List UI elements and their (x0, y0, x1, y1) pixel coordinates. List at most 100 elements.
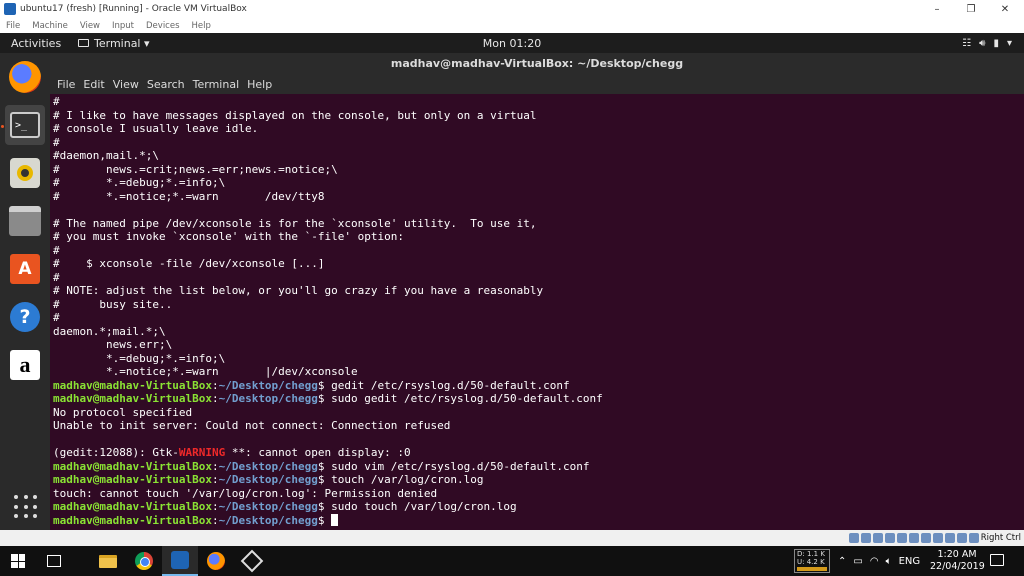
command-text: sudo touch /var/log/cron.log (331, 500, 517, 513)
warning-message: **: cannot open display: :0 (225, 446, 411, 459)
terminal-menu-search[interactable]: Search (147, 78, 185, 91)
prompt-path: ~/Desktop/chegg (218, 378, 318, 392)
terminal-line: #daemon,mail.*;\ (53, 149, 159, 162)
taskbar-file-explorer[interactable] (90, 546, 126, 576)
cpu-icon[interactable] (944, 533, 955, 543)
taskbar-3d-app[interactable] (234, 546, 270, 576)
net-meter-bar (797, 567, 827, 571)
dock-help[interactable]: ? (5, 297, 45, 337)
terminal-line: madhav@madhav-VirtualBox:~/Desktop/chegg… (53, 500, 1024, 514)
chevron-down-icon: ▾ (1006, 37, 1012, 49)
prompt-path: ~/Desktop/chegg (218, 500, 318, 513)
terminal-line: # I like to have messages displayed on t… (53, 108, 537, 122)
taskbar-firefox[interactable] (198, 546, 234, 576)
wifi-icon[interactable]: ◠ (870, 556, 879, 567)
terminal-line: # *.=notice;*.=warn /dev/tty8 (53, 189, 325, 203)
prompt-path: ~/Desktop/chegg (218, 513, 318, 527)
app-menu-label: Terminal ▾ (94, 36, 150, 50)
prompt-separator: : (211, 459, 219, 473)
dock-rhythmbox[interactable] (5, 153, 45, 193)
dock-terminal[interactable]: >_ (5, 105, 45, 145)
dock-amazon[interactable]: a (5, 345, 45, 385)
vbox-menu-input[interactable]: Input (112, 21, 134, 31)
audio-icon[interactable] (872, 533, 883, 543)
firefox-icon (9, 61, 41, 93)
prompt-symbol: $ (317, 473, 332, 486)
dock-files[interactable] (5, 201, 45, 241)
terminal-menu-terminal[interactable]: Terminal (193, 78, 240, 91)
software-icon: A (10, 254, 40, 284)
terminal-line: # console I usually leave idle. (53, 122, 259, 135)
ubuntu-dock: >_ A ? a (0, 53, 50, 530)
vbox-menu-devices[interactable]: Devices (146, 21, 180, 31)
dock-software[interactable]: A (5, 249, 45, 289)
system-tray[interactable]: ☷ 🔊︎ ▮ ▾ (962, 38, 1012, 49)
usb-icon[interactable] (896, 533, 907, 543)
terminal-line: madhav@madhav-VirtualBox:~/Desktop/chegg… (53, 513, 1024, 528)
windows-tray: ⌃ ▭ ◠ 🔈︎ ENG (838, 546, 920, 576)
folder-icon (99, 554, 117, 568)
vbox-menu-file[interactable]: File (6, 21, 20, 31)
chevron-up-icon[interactable]: ⌃ (838, 556, 846, 567)
command-text: sudo gedit /etc/rsyslog.d/50-default.con… (331, 392, 603, 405)
recording-icon[interactable] (932, 533, 943, 543)
display-icon[interactable] (920, 533, 931, 543)
dock-firefox[interactable] (5, 57, 45, 97)
prompt-path: ~/Desktop/chegg (218, 459, 318, 473)
task-view-button[interactable] (36, 546, 72, 576)
taskbar-chrome[interactable] (126, 546, 162, 576)
hdd-icon[interactable] (848, 533, 859, 543)
terminal-output[interactable]: # # I like to have messages displayed on … (50, 94, 1024, 530)
terminal-menu-edit[interactable]: Edit (83, 78, 104, 91)
restore-button[interactable]: ❐ (954, 0, 988, 18)
terminal-line: touch: cannot touch '/var/log/cron.log':… (53, 486, 438, 500)
terminal-line: madhav@madhav-VirtualBox:~/Desktop/chegg… (53, 460, 1024, 474)
terminal-menu-bar: File Edit View Search Terminal Help (50, 75, 1024, 94)
network-adapter-icon[interactable] (884, 533, 895, 543)
task-view-icon (47, 555, 61, 567)
prompt-path: ~/Desktop/chegg (218, 473, 318, 486)
battery-plug-icon[interactable]: ▭ (853, 556, 862, 567)
activities-button[interactable]: Activities (11, 37, 61, 50)
taskbar-virtualbox[interactable] (162, 546, 198, 576)
command-text: gedit /etc/rsyslog.d/50-default.conf (331, 378, 570, 392)
shared-folder-icon[interactable] (908, 533, 919, 543)
terminal-line: (gedit:12088): Gtk-WARNING **: cannot op… (53, 446, 1024, 460)
prompt-user: madhav@madhav-VirtualBox (53, 378, 212, 392)
terminal-menu-help[interactable]: Help (247, 78, 272, 91)
optical-drive-icon[interactable] (860, 533, 871, 543)
vbox-menu-view[interactable]: View (80, 21, 100, 31)
minimize-button[interactable]: – (920, 0, 954, 18)
terminal-line: madhav@madhav-VirtualBox:~/Desktop/chegg… (53, 379, 1024, 393)
terminal-line: madhav@madhav-VirtualBox:~/Desktop/chegg… (53, 473, 1024, 487)
command-text: touch /var/log/cron.log (331, 473, 484, 486)
app-menu[interactable]: Terminal ▾ (78, 37, 150, 50)
terminal-menu-view[interactable]: View (113, 78, 139, 91)
vbox-menu-machine[interactable]: Machine (32, 21, 68, 31)
vbox-menu-help[interactable]: Help (192, 21, 211, 31)
show-apps-icon[interactable] (14, 495, 38, 519)
taskbar-clock[interactable]: 1:20 AM 22/04/2019 (930, 549, 985, 573)
close-button[interactable]: ✕ (988, 0, 1022, 18)
virtualbox-icon (4, 3, 16, 15)
prompt-user: madhav@madhav-VirtualBox (53, 500, 212, 513)
top-bar-clock[interactable]: Mon 01:20 (0, 37, 1024, 50)
prompt-separator: : (211, 392, 219, 405)
mouse-integration-icon[interactable] (956, 533, 967, 543)
warning-keyword: WARNING (178, 446, 226, 459)
terminal-line: # The named pipe /dev/xconsole is for th… (53, 216, 537, 230)
speaker-icon[interactable]: 🔈︎ (886, 556, 892, 567)
terminal-menu-file[interactable]: File (57, 78, 75, 91)
prompt-user: madhav@madhav-VirtualBox (53, 392, 212, 405)
language-indicator[interactable]: ENG (899, 556, 921, 567)
vbox-window-title: ubuntu17 (fresh) [Running] - Oracle VM V… (20, 4, 247, 14)
terminal-line: news.err;\ (53, 338, 173, 351)
network-icon: ☷ (962, 37, 972, 49)
prompt-separator: : (211, 500, 219, 513)
terminal-cursor (331, 513, 339, 526)
rhythmbox-icon (10, 158, 40, 188)
terminal-title: madhav@madhav-VirtualBox: ~/Desktop/cheg… (50, 53, 1024, 75)
notification-icon[interactable] (990, 554, 1004, 566)
start-button[interactable] (0, 546, 36, 576)
